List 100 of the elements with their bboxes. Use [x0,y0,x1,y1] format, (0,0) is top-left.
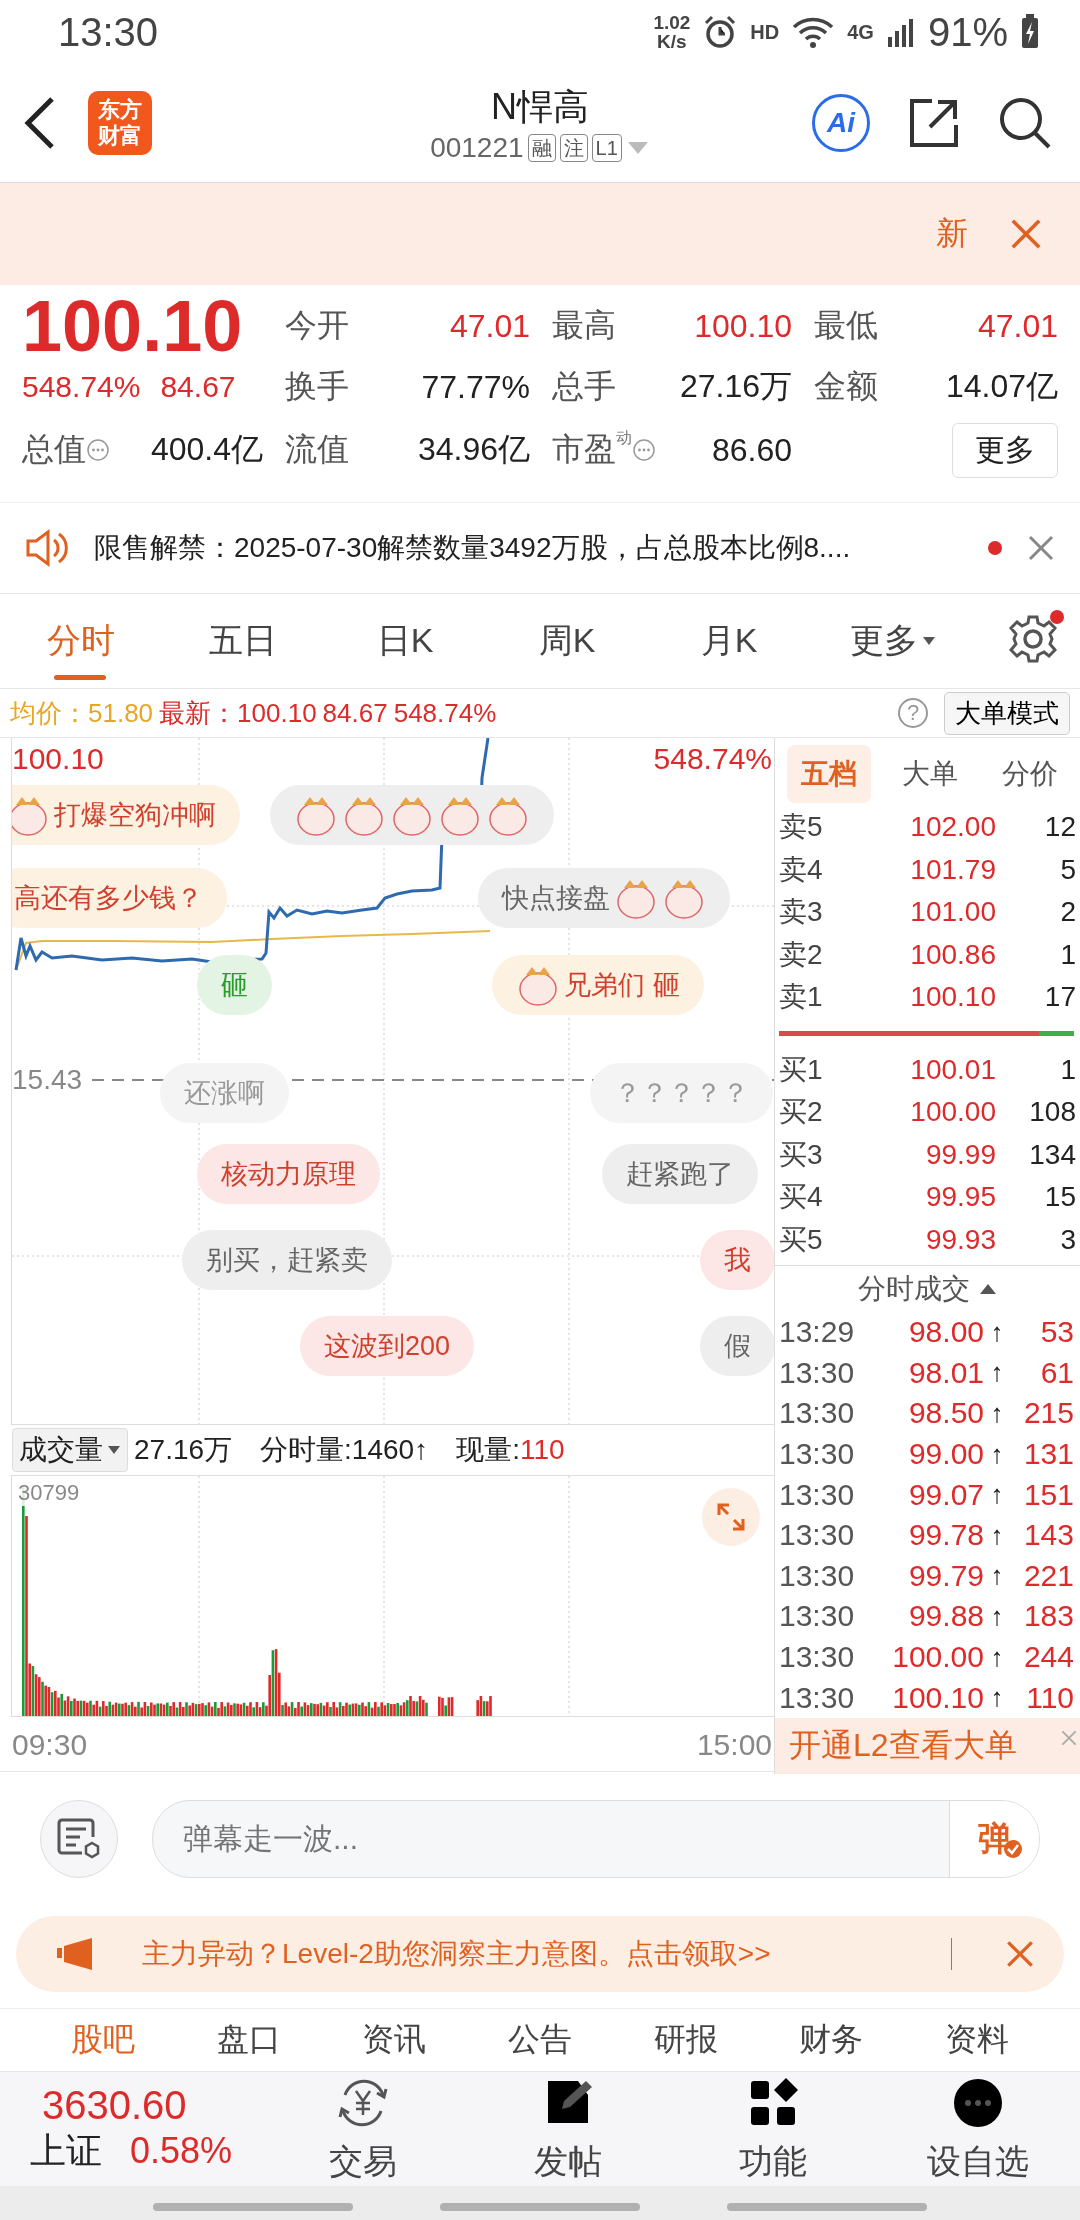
nav-item[interactable]: 交易 [260,2072,465,2186]
level-label: 卖5 [779,810,824,845]
trade-time: 13:30 [779,1518,856,1553]
nav-item[interactable]: 设自选 [875,2072,1080,2186]
level-price: 99.93 [924,1223,996,1256]
trade-time: 13:30 [779,1680,856,1715]
section-tab[interactable]: 资讯 [362,2018,427,2062]
signal-icon [885,17,916,47]
trade-price: 100.10 [891,1680,984,1715]
info-icon[interactable] [86,438,110,462]
section-tab[interactable]: 公告 [507,2018,572,2062]
change-percent: 548.74% [393,697,497,729]
trade-volume: 61 [1039,1355,1074,1390]
trade-volume: 110 [1025,1680,1074,1715]
stock-code: 001221 [430,131,524,164]
more-tab[interactable]: 更多 [850,618,936,664]
trade-volume: 53 [1039,1315,1074,1350]
start-time: 09:30 [12,1727,88,1762]
network-speed: 1.02 [653,13,691,32]
change-amount: 84.67 [322,697,388,729]
stock-tag: 融 [527,133,556,162]
new-tag: 新 [936,212,968,256]
trade-direction: ↑ [989,1641,1005,1673]
level-volume: 134 [1028,1138,1076,1171]
trade-direction: ↑ [989,1398,1005,1429]
stat-label: 总手 [552,367,616,406]
nav-item[interactable]: 功能 [670,2072,875,2186]
trade-volume: 143 [1022,1518,1074,1553]
stat-value: 400.4亿 [150,430,263,469]
danmaku-text: ？？？？？ [614,1077,749,1110]
level-volume: 5 [1059,853,1076,886]
trade-time: 13:30 [779,1437,856,1472]
chart-tab[interactable]: 日K [324,594,486,688]
battery-level: 91% [927,9,1008,55]
level-label: 卖4 [779,852,824,887]
speaker-icon [24,528,70,568]
trade-direction: ↑ [989,1560,1005,1592]
max-percent-label: 548.74% [653,742,772,776]
chart-tab[interactable]: 五日 [162,594,324,688]
stock-tag: 注 [559,133,588,162]
section-tab[interactable]: 资料 [945,2018,1010,2062]
trade-direction: ↑ [989,1316,1005,1348]
level-volume: 108 [1028,1096,1076,1129]
mode-button[interactable]: 大单模式 [944,691,1070,735]
caret-icon [922,636,936,646]
stat-label: 流值 [285,430,349,469]
trade-volume: 183 [1022,1599,1074,1634]
trade-direction: ↑ [989,1479,1005,1511]
stock-name: N悍高 [491,84,589,129]
base-price-label: 15.43 [12,1064,83,1096]
indicator-dropdown[interactable]: 成交量 [12,1428,128,1472]
trade-direction: ↑ [989,1357,1005,1389]
dropdown-icon[interactable] [625,139,650,156]
more-button[interactable]: 更多 [952,422,1058,478]
search-icon[interactable] [998,96,1052,150]
level-volume: 17 [1043,981,1076,1014]
section-tab[interactable]: 财务 [799,2018,864,2062]
stat-label: 总值 [22,430,86,469]
order-tab[interactable]: 分价 [988,745,1072,803]
max-price-label: 100.10 [12,742,104,776]
level-label: 买5 [779,1222,824,1257]
level-volume: 1 [1059,938,1076,971]
chart-tab[interactable]: 分时 [0,594,162,688]
danmaku-text: 别买，赶紧卖 [206,1244,368,1277]
send-button[interactable]: 弹 [949,1801,1039,1877]
share-icon[interactable] [908,97,960,149]
change-amount: 84.67 [160,370,236,404]
current-volume: 110 [519,1434,565,1465]
section-tab[interactable]: 股吧 [70,2018,135,2062]
stat-superscript: 动 [616,428,632,446]
settings-icon[interactable] [1008,614,1058,664]
index-change: 0.58% [130,2129,233,2172]
level-label: 买1 [779,1052,824,1087]
level-volume: 12 [1043,811,1076,844]
close-icon[interactable] [1026,533,1056,563]
document-settings-icon [56,1817,102,1861]
collapse-icon[interactable] [977,1282,998,1296]
close-icon[interactable] [1004,1938,1036,1970]
section-tab[interactable]: 盘口 [216,2018,281,2062]
section-tab[interactable]: 研报 [653,2018,718,2062]
trades-title: 分时成交 [857,1272,970,1306]
level-volume: 2 [1059,896,1076,929]
level-label: 买2 [779,1095,824,1130]
index-quote[interactable]: 3630.60 上证 0.58% [0,2082,260,2176]
trade-price: 99.00 [907,1437,984,1472]
order-tab[interactable]: 大单 [887,745,972,803]
danmaku-text: 核动力原理 [221,1158,356,1191]
chart-tab[interactable]: 周K [486,594,648,688]
danmaku-input-field[interactable]: 弹幕走一波... 弹 [152,1800,1040,1878]
trade-volume: 131 [1022,1437,1074,1472]
close-icon[interactable] [1060,1728,1078,1747]
notice-text[interactable]: 限售解禁：2025-07-30解禁数量3492万股，占总股本比例8.... [94,529,964,567]
chart-tab[interactable]: 月K [648,594,810,688]
ai-button[interactable]: Ai [812,94,870,152]
level-price: 100.00 [909,1096,996,1129]
app-logo: 东方 财富 [88,91,152,155]
index-value: 3630.60 [41,2082,188,2127]
trade-volume: 151 [1022,1477,1074,1512]
nav-item[interactable]: 发帖 [465,2072,670,2186]
info-icon[interactable] [632,438,656,462]
